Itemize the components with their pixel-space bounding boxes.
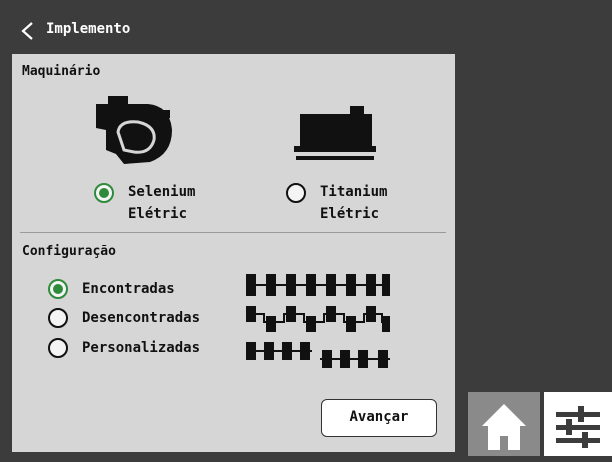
grid-cell[interactable] [468,82,540,156]
grid-cell[interactable] [544,6,612,78]
radio-titanium[interactable] [286,183,306,203]
grid-cell[interactable] [468,6,540,78]
grid-cell[interactable] [468,160,540,234]
section-title-maquinario: Maquinário [22,64,101,79]
option-titanium-line2[interactable]: Elétric [320,204,379,224]
home-icon [482,404,526,450]
option-selenium-line1[interactable]: Selenium [128,182,195,202]
aligned-pattern-icon [246,274,390,296]
page-title: Implemento [46,21,131,37]
grid-cell[interactable] [468,238,540,312]
home-button[interactable] [468,392,540,456]
header: Implemento [6,6,461,54]
radio-desencontradas[interactable] [48,308,68,328]
grid-cell[interactable] [468,316,540,388]
main-panel: Maquinário Selenium Elétric Titanium Elé… [12,54,455,452]
option-titanium-line1[interactable]: Titanium [320,182,387,202]
radio-selenium[interactable] [94,183,114,203]
radio-encontradas[interactable] [48,279,68,299]
option-personalizadas[interactable]: Personalizadas [82,338,200,358]
grid-cell[interactable] [544,82,612,156]
settings-button[interactable] [544,392,612,456]
option-selenium-line2[interactable]: Elétric [128,204,187,224]
radio-personalizadas[interactable] [48,338,68,358]
grid-cell[interactable] [544,160,612,234]
grid-cell[interactable] [544,316,612,388]
sliders-icon [556,406,600,448]
option-desencontradas[interactable]: Desencontradas [82,308,200,328]
section-title-configuracao: Configuração [22,244,116,259]
grid-cell[interactable] [544,238,612,312]
option-encontradas[interactable]: Encontradas [82,279,175,299]
chevron-left-icon[interactable] [20,22,36,40]
section-divider [20,232,446,233]
titanium-machine-icon [294,106,376,160]
staggered-pattern-icon [246,306,390,332]
next-button[interactable]: Avançar [321,399,437,437]
custom-pattern-icon [246,342,390,368]
selenium-machine-icon [96,96,172,164]
